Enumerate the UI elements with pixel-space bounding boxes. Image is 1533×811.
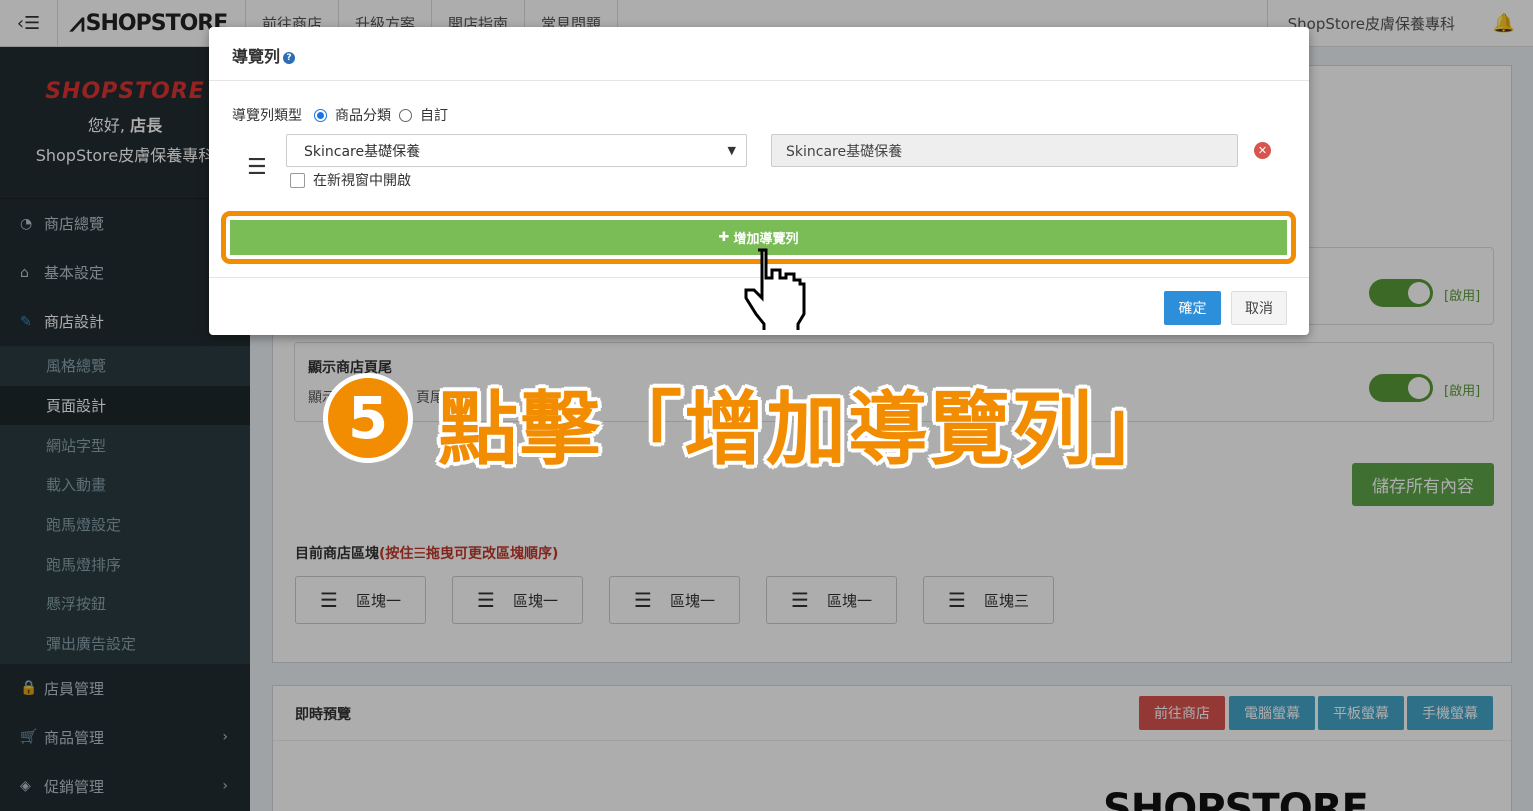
- drag-handle-icon[interactable]: ☰: [247, 155, 267, 180]
- plus-icon: ✚: [718, 230, 730, 245]
- navbar-type-label: 導覽列類型: [232, 108, 302, 124]
- help-icon[interactable]: ?: [283, 51, 296, 64]
- radio-category-label[interactable]: 商品分類: [335, 105, 391, 125]
- ok-button[interactable]: 確定: [1164, 291, 1221, 325]
- new-window-checkbox[interactable]: [290, 172, 305, 188]
- remove-icon[interactable]: ✕: [1254, 142, 1271, 159]
- radio-category[interactable]: [314, 108, 327, 122]
- nav-name-input[interactable]: Skincare基礎保養: [771, 134, 1238, 167]
- chevron-down-icon: ▼: [727, 144, 736, 157]
- hand-cursor-icon: [736, 246, 806, 334]
- radio-custom-label[interactable]: 自訂: [420, 105, 448, 125]
- new-window-option: 在新視窗中開啟: [290, 170, 411, 190]
- step-number-badge: 5: [323, 373, 413, 463]
- category-select[interactable]: Skincare基礎保養 ▼: [286, 134, 747, 167]
- cancel-button[interactable]: 取消: [1231, 291, 1287, 325]
- navbar-type-row: 導覽列類型 商品分類 自訂: [232, 105, 448, 125]
- radio-custom[interactable]: [399, 108, 412, 122]
- modal-title: 導覽列?: [232, 43, 296, 67]
- modal-header: 導覽列?: [209, 27, 1309, 81]
- new-window-label: 在新視窗中開啟: [313, 173, 411, 189]
- step-instruction: 點擊「增加導覽列」: [438, 383, 1176, 476]
